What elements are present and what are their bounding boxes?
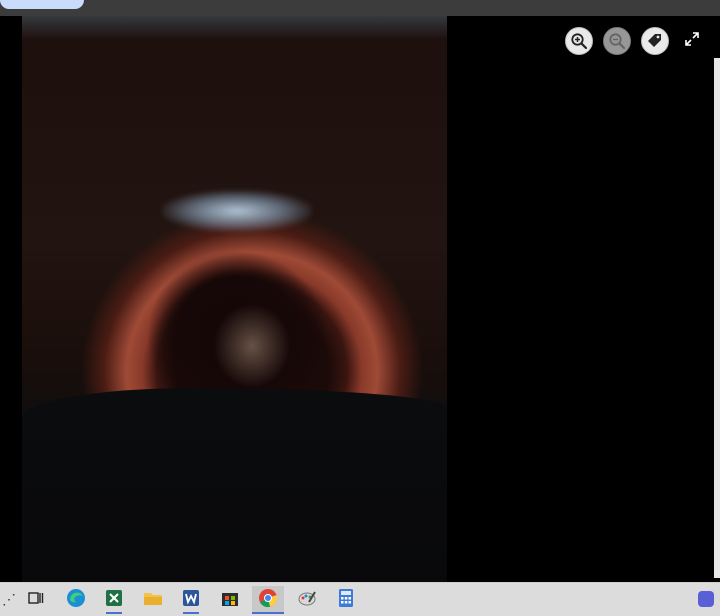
zoom-in-icon (570, 32, 588, 50)
taskbar-word[interactable] (175, 586, 207, 614)
word-icon (181, 588, 201, 613)
taskbar-task-view[interactable] (20, 586, 52, 614)
store-icon (220, 588, 240, 613)
folder-icon (143, 589, 163, 612)
calculator-icon (338, 588, 354, 613)
taskbar-file-explorer[interactable] (137, 586, 169, 614)
scrollbar-track[interactable] (714, 58, 720, 578)
running-indicator (183, 612, 199, 614)
browser-tab[interactable] (0, 0, 84, 9)
system-tray-app-icon[interactable] (698, 591, 714, 607)
lower-shadow (22, 388, 447, 582)
image-viewer (0, 16, 720, 582)
browser-top-strip (0, 0, 720, 16)
tag-icon (646, 32, 664, 50)
zoom-out-button[interactable] (603, 27, 631, 55)
fullscreen-button[interactable] (683, 31, 701, 51)
tag-button[interactable] (641, 27, 669, 55)
light-reflection (162, 190, 312, 232)
zoom-in-button[interactable] (565, 27, 593, 55)
task-view-icon (28, 590, 44, 611)
taskbar-overflow[interactable]: ⋰ (2, 591, 16, 608)
running-indicator (106, 612, 122, 614)
taskbar-excel[interactable] (98, 586, 130, 614)
excel-icon (104, 588, 124, 613)
taskbar-store[interactable] (214, 586, 246, 614)
taskbar-chrome[interactable] (252, 586, 284, 614)
edge-icon (66, 588, 86, 613)
eye-photo (22, 16, 447, 582)
photo-top-edge (22, 16, 447, 40)
active-indicator (252, 612, 284, 614)
paint-icon (297, 588, 317, 613)
expand-icon (685, 31, 699, 51)
taskbar: ⋰ (0, 582, 720, 616)
taskbar-paint[interactable] (291, 586, 323, 614)
zoom-out-icon (608, 32, 626, 50)
taskbar-edge[interactable] (60, 586, 92, 614)
chrome-icon (258, 588, 278, 613)
taskbar-calculator[interactable] (330, 586, 362, 614)
